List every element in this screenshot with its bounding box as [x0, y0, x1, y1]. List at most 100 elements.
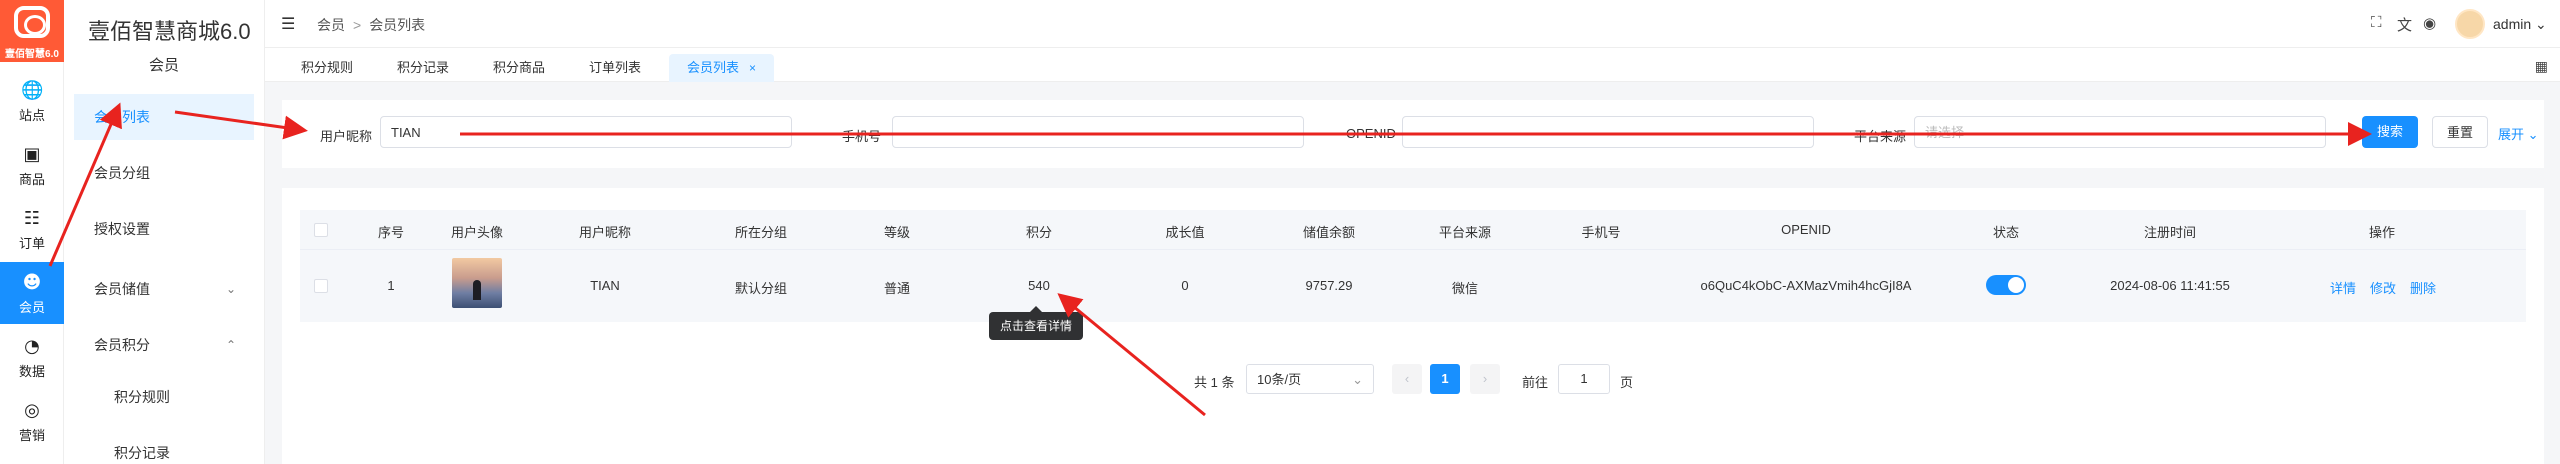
sidebar-item-points-records[interactable]: 积分记录: [74, 430, 254, 464]
cell-points[interactable]: 540: [1014, 278, 1064, 293]
column-header: 平台来源: [1438, 225, 1491, 240]
cell-level: 普通: [883, 281, 910, 296]
language-icon[interactable]: 文: [2397, 14, 2412, 35]
column-header: 用户昵称: [578, 225, 631, 240]
box-icon: ▣: [23, 144, 41, 165]
status-toggle[interactable]: [1986, 275, 2026, 295]
rail-item-site[interactable]: 🌐 站点: [0, 70, 64, 130]
cell-nickname: TIAN: [590, 278, 620, 293]
goto-page-input[interactable]: [1558, 364, 1610, 394]
username: admin: [2493, 16, 2532, 32]
phone-input[interactable]: [892, 116, 1304, 148]
page-size-value: 10条/页: [1257, 372, 1302, 387]
user-icon: ☻: [22, 272, 42, 293]
breadcrumb-item[interactable]: 会员: [317, 17, 345, 33]
table-header: 序号 用户头像 用户昵称 所在分组 等级 积分 成长值 储值余额 平台来源 手机…: [300, 210, 2526, 250]
tab-member-list[interactable]: 会员列表 ×: [669, 54, 775, 82]
close-icon[interactable]: ×: [749, 61, 756, 75]
rail-label: 站点: [18, 108, 45, 123]
source-label: 平台来源: [1854, 129, 1907, 144]
source-select[interactable]: [1914, 116, 2326, 148]
page-number-button[interactable]: 1: [1430, 364, 1460, 394]
icon-rail: 壹佰智慧6.0 🌐 站点 ▣ 商品 ☷ 订单 ☻ 会员 ◔ 数据 ◎ 营销: [0, 0, 64, 464]
tab-points-records[interactable]: 积分记录: [379, 54, 467, 82]
sidebar-item-member-groups[interactable]: 会员分组: [74, 150, 254, 196]
rail-item-marketing[interactable]: ◎ 营销: [0, 390, 64, 450]
delete-link[interactable]: 删除: [2410, 278, 2436, 297]
column-header: 手机号: [1581, 225, 1621, 240]
grid-icon[interactable]: ▦: [2535, 58, 2548, 75]
sidebar-item-member-points[interactable]: 会员积分 ⌃: [74, 322, 254, 368]
brand-title: 壹佰智慧商城6.0: [88, 19, 251, 44]
rail-label: 商品: [18, 172, 45, 187]
logo-version: 壹佰智慧6.0: [5, 49, 59, 60]
menu-toggle-icon[interactable]: ☰: [281, 14, 295, 34]
reset-button[interactable]: 重置: [2432, 116, 2488, 148]
cell-group: 默认分组: [734, 281, 787, 296]
pie-chart-icon: ◔: [24, 336, 40, 357]
rail-item-data[interactable]: ◔ 数据: [0, 326, 64, 386]
app-logo: 壹佰智慧6.0: [0, 0, 64, 62]
chevron-down-icon: ⌄: [1352, 372, 1363, 387]
globe-icon: 🌐: [21, 80, 44, 101]
nickname-input[interactable]: [380, 116, 792, 148]
rail-label: 营销: [18, 428, 45, 443]
breadcrumb: 会员 > 会员列表: [317, 17, 426, 33]
rail-item-orders[interactable]: ☷ 订单: [0, 198, 64, 258]
detail-link[interactable]: 详情: [2330, 278, 2356, 297]
user-menu[interactable]: admin ⌄: [2493, 16, 2547, 33]
cell-growth: 0: [1181, 278, 1189, 293]
cell-source: 微信: [1451, 281, 1478, 296]
column-header: 所在分组: [734, 225, 787, 240]
user-avatar-photo: [452, 258, 502, 308]
breadcrumb-item: 会员列表: [369, 17, 426, 33]
table-row[interactable]: 1 TIAN 默认分组 普通 540 0 9757.29 微信 o6QuC4kO…: [300, 250, 2526, 322]
sidebar-item-auth-settings[interactable]: 授权设置: [74, 206, 254, 252]
rail-item-members[interactable]: ☻ 会员: [0, 262, 64, 324]
edit-link[interactable]: 修改: [2370, 278, 2396, 297]
search-card: 用户昵称 手机号 OPENID 平台来源 搜索 重置 展开 ⌄: [282, 100, 2544, 168]
openid-input[interactable]: [1402, 116, 1814, 148]
pagination-total: 共 1 条: [1194, 375, 1235, 390]
top-header: ☰ 会员 > 会员列表 ⛶ 文 ◉ admin ⌄: [265, 0, 2560, 48]
page-unit-label: 页: [1620, 375, 1634, 390]
tab-points-rules[interactable]: 积分规则: [283, 54, 371, 82]
sidebar-item-points-rules[interactable]: 积分规则: [74, 374, 254, 420]
rail-item-goods[interactable]: ▣ 商品: [0, 134, 64, 194]
row-checkbox[interactable]: [314, 279, 328, 293]
page-size-select[interactable]: 10条/页 ⌄: [1246, 364, 1374, 394]
select-all-checkbox[interactable]: [314, 223, 328, 237]
column-header: 成长值: [1165, 225, 1205, 240]
target-icon: ◎: [24, 400, 40, 421]
phone-label: 手机号: [842, 129, 882, 144]
fullscreen-icon[interactable]: ⛶: [2371, 14, 2382, 31]
sidebar-section-title: 会员: [148, 57, 179, 74]
tab-order-list[interactable]: 订单列表: [571, 54, 659, 82]
column-header: 积分: [1025, 225, 1052, 240]
goto-label: 前往: [1522, 375, 1549, 390]
column-header: 用户头像: [450, 225, 503, 240]
avatar[interactable]: [2455, 9, 2485, 39]
sidebar-item-member-deposit[interactable]: 会员储值 ⌄: [74, 266, 254, 312]
search-button[interactable]: 搜索: [2362, 116, 2418, 148]
theme-icon[interactable]: ◉: [2423, 14, 2436, 32]
rail-label: 订单: [18, 236, 45, 251]
expand-link[interactable]: 展开 ⌄: [2498, 124, 2539, 143]
clipboard-icon: ☷: [23, 208, 41, 229]
next-page-button[interactable]: ›: [1470, 364, 1500, 394]
sidebar-item-label: 会员积分: [94, 337, 150, 353]
secondary-sidebar: 壹佰智慧商城6.0 会员 会员列表 会员分组 授权设置 会员储值 ⌄ 会员积分 …: [64, 0, 265, 464]
column-header: 序号: [377, 225, 404, 240]
column-header: 等级: [883, 225, 910, 240]
prev-page-button[interactable]: ‹: [1392, 364, 1422, 394]
rail-label: 会员: [18, 300, 45, 315]
cell-balance: 9757.29: [1305, 278, 1353, 293]
sidebar-item-label: 会员储值: [94, 281, 150, 297]
cell-registered: 2024-08-06 11:41:55: [2110, 278, 2230, 293]
tab-points-goods[interactable]: 积分商品: [475, 54, 563, 82]
chevron-down-icon: ⌄: [225, 282, 236, 296]
expand-label: 展开: [2498, 127, 2525, 142]
rail-label: 数据: [18, 364, 45, 379]
column-header: OPENID: [1781, 222, 1831, 237]
sidebar-item-member-list[interactable]: 会员列表: [74, 94, 254, 140]
